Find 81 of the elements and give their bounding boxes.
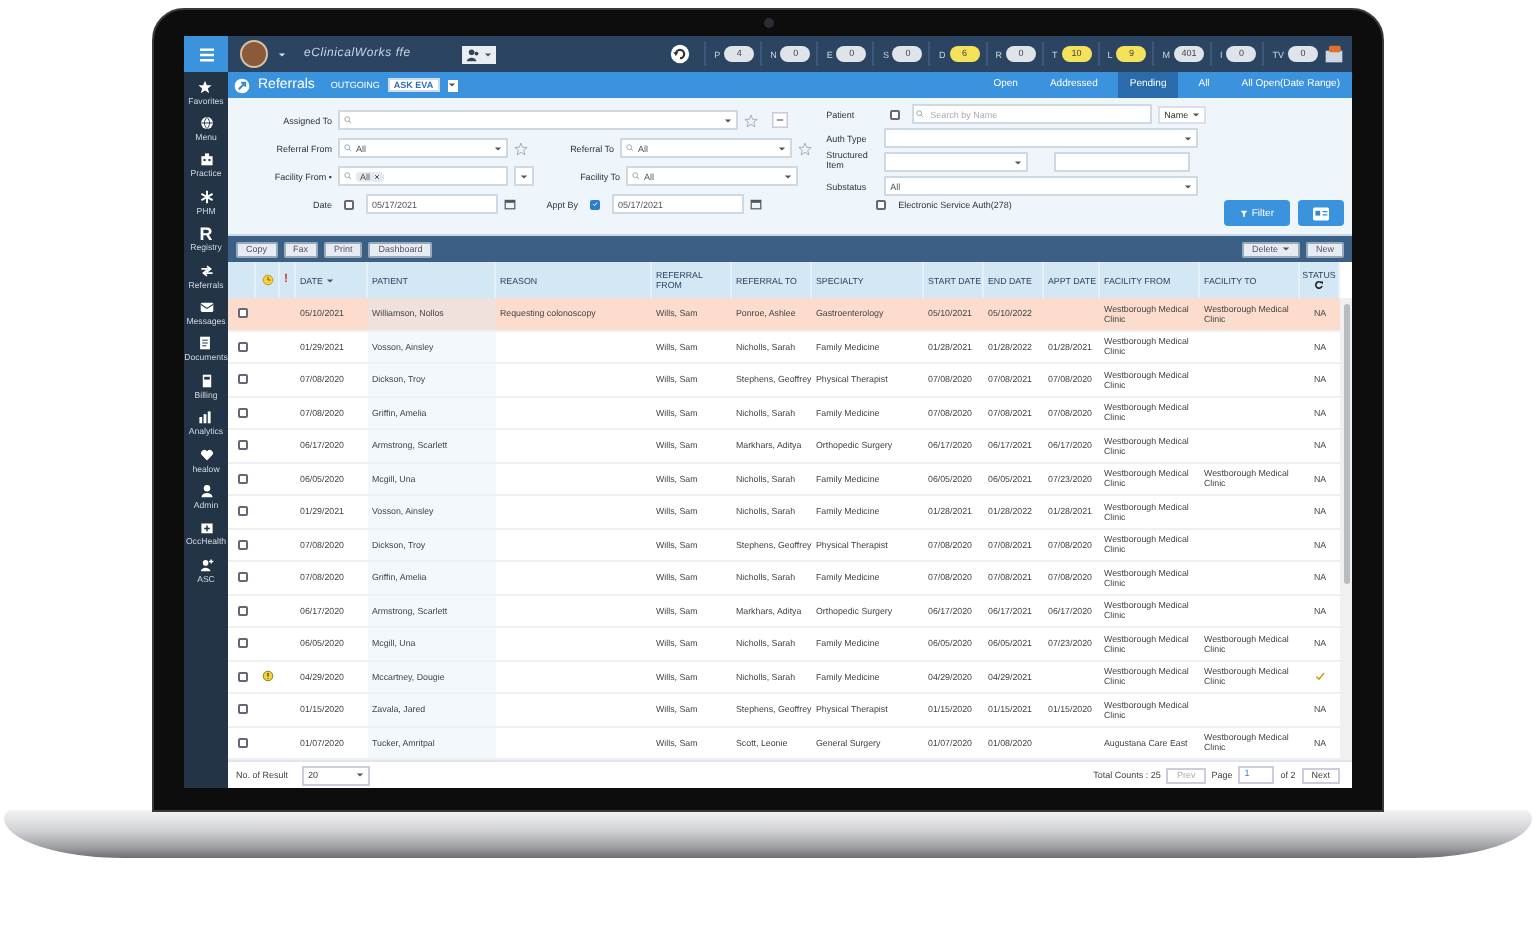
row-checkbox[interactable]: [237, 704, 247, 715]
row-checkbox[interactable]: [237, 473, 247, 484]
caret-icon: [448, 82, 457, 88]
avatar-icon[interactable]: [240, 40, 268, 68]
search-icon: [344, 172, 352, 180]
row-checkbox[interactable]: [237, 341, 247, 352]
row-checkbox[interactable]: [237, 374, 247, 385]
caret-icon: [1014, 159, 1023, 165]
row-checkbox[interactable]: [237, 737, 247, 748]
card-button[interactable]: [1298, 200, 1344, 226]
heart-icon: [199, 447, 213, 462]
checkbox[interactable]: [890, 109, 901, 119]
check-icon: [592, 200, 598, 208]
globe-icon: [199, 116, 213, 131]
row-checkbox[interactable]: [237, 440, 247, 451]
row-checkbox[interactable]: [237, 506, 247, 517]
scrollbar[interactable]: [1340, 298, 1352, 760]
caret-icon: [724, 117, 732, 123]
clock-icon: [261, 274, 273, 286]
refresh-icon[interactable]: [670, 44, 691, 64]
remove-icon[interactable]: [374, 173, 381, 179]
funnel-icon: [1239, 209, 1248, 217]
envelope-icon: [199, 300, 213, 315]
caret-icon: [278, 51, 286, 57]
row-checkbox[interactable]: [237, 407, 247, 418]
calendar-icon[interactable]: [504, 198, 516, 210]
search-icon: [916, 110, 925, 118]
row-checkbox[interactable]: [237, 572, 247, 583]
star-icon[interactable]: [798, 141, 812, 155]
row-checkbox[interactable]: [237, 671, 247, 682]
person-plus-icon: [199, 557, 213, 572]
caret-icon: [1192, 111, 1201, 117]
search-icon: [344, 116, 352, 124]
select-field[interactable]: [338, 110, 738, 130]
caret-icon: [1281, 246, 1290, 252]
refresh-icon[interactable]: [1314, 280, 1324, 290]
checkbox[interactable]: [876, 200, 887, 210]
camera-icon: [763, 18, 773, 28]
bar-chart-icon: [198, 410, 213, 425]
asterisk-icon: [199, 189, 213, 204]
caret-icon: [1184, 183, 1193, 189]
arrows-icon: [199, 263, 213, 278]
caret-icon: [520, 173, 528, 179]
alert-icon[interactable]: [262, 670, 274, 683]
caret-icon: [356, 772, 365, 778]
star-icon[interactable]: [744, 113, 758, 127]
collapse-icon[interactable]: [772, 112, 788, 128]
receipt-icon: [199, 373, 213, 388]
search-icon: [344, 144, 352, 152]
search-icon: [632, 172, 640, 180]
select-field[interactable]: [884, 128, 1199, 148]
caret-icon: [484, 51, 492, 57]
row-checkbox[interactable]: [237, 308, 247, 319]
row-checkbox[interactable]: [237, 638, 247, 649]
caret-icon: [1184, 135, 1193, 141]
person-icon: [199, 483, 213, 498]
select-field[interactable]: [884, 152, 1029, 172]
input-field[interactable]: [1054, 152, 1191, 172]
row-checkbox[interactable]: [237, 539, 247, 550]
building-icon: [199, 152, 213, 167]
user-switch-button[interactable]: [462, 45, 496, 63]
id-card-icon: [1310, 205, 1332, 221]
checkbox[interactable]: [590, 199, 600, 209]
search-icon: [626, 144, 634, 152]
row-checkbox[interactable]: [237, 605, 247, 616]
star-icon: [198, 79, 213, 94]
caret-icon: [494, 145, 502, 151]
hospital-icon: [199, 520, 213, 535]
caret-icon: [784, 173, 792, 179]
star-icon[interactable]: [514, 141, 528, 155]
menu-icon: [197, 47, 215, 61]
arrow-circle-icon: [234, 77, 250, 93]
calendar-icon[interactable]: [750, 198, 762, 210]
document-icon: [198, 336, 213, 351]
dropdown-button[interactable]: [447, 79, 458, 91]
caret-icon: [778, 145, 786, 151]
menu-button[interactable]: [184, 36, 228, 72]
checkbox[interactable]: [344, 199, 354, 209]
registry-icon: R: [199, 226, 213, 243]
tray-icon[interactable]: [1324, 44, 1344, 64]
people-icon: [466, 47, 480, 61]
